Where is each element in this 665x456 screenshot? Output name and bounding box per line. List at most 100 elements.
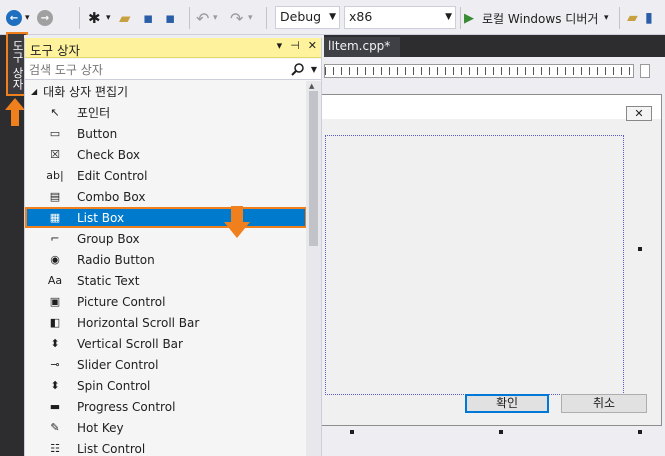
document-tab-label: lItem.cpp* xyxy=(328,39,391,53)
toolbox-item[interactable]: ⬍ Vertical Scroll Bar xyxy=(25,333,307,354)
toolbox-item-label: Progress Control xyxy=(77,399,176,414)
resize-handle[interactable] xyxy=(350,430,354,434)
toolbox-item[interactable]: ▦ List Box xyxy=(25,207,307,228)
resize-handle[interactable] xyxy=(638,247,642,251)
checkbox-icon: ☒ xyxy=(50,148,60,161)
dialog-guide xyxy=(325,135,624,395)
new-project-icon[interactable]: ✱ xyxy=(88,8,101,28)
cancel-button[interactable]: 취소 xyxy=(561,394,647,413)
toolbox-item[interactable]: ▣ Picture Control xyxy=(25,291,307,312)
redo-dropdown-icon[interactable]: ▾ xyxy=(248,8,253,28)
toolbox-item-label: Hot Key xyxy=(77,420,124,435)
toolbox-item-label: Group Box xyxy=(77,231,140,246)
undo-dropdown-icon[interactable]: ▾ xyxy=(213,8,218,28)
highlight-arrow-up-icon xyxy=(5,98,25,126)
edit-control-icon: ab| xyxy=(46,169,64,182)
toolbox-item[interactable]: ▭ Button xyxy=(25,123,307,144)
back-icon[interactable]: ← xyxy=(6,8,22,28)
toolbox-item-label: Horizontal Scroll Bar xyxy=(77,315,200,330)
search-dropdown-icon[interactable]: ▼ xyxy=(311,65,317,74)
toolbox-item[interactable]: ⊸ Slider Control xyxy=(25,354,307,375)
scrollbar-thumb[interactable] xyxy=(309,91,318,246)
toolbox-item-label: List Control xyxy=(77,441,146,456)
toolbox-header: 도구 상자 ▾ ⊣ ✕ xyxy=(25,38,321,58)
toolbox-item-label: Picture Control xyxy=(77,294,166,309)
scroll-up-icon[interactable]: ▲ xyxy=(309,82,314,90)
search-input[interactable] xyxy=(29,61,279,78)
list-box-icon: ▦ xyxy=(49,211,61,224)
toolbox-item-label: Edit Control xyxy=(77,168,148,183)
chevron-down-icon: ▼ xyxy=(445,12,452,22)
close-icon[interactable]: ✕ xyxy=(308,39,317,52)
document-tab-bar: lItem.cpp* xyxy=(324,35,665,57)
toolbox-item[interactable]: ab| Edit Control xyxy=(25,165,307,186)
run-dropdown-icon[interactable]: ▾ xyxy=(604,8,609,28)
toolbox-scrollbar[interactable]: ▲ xyxy=(306,81,321,456)
toolbox-item[interactable]: ⬍ Spin Control xyxy=(25,375,307,396)
toolbox-category[interactable]: ◢ 대화 상자 편집기 xyxy=(25,81,307,102)
platform-value: x86 xyxy=(349,9,373,24)
toolbar-icon[interactable]: ▮ xyxy=(645,8,653,28)
start-debug-label: 로컬 Windows 디버거 xyxy=(482,11,599,26)
toolbox-search: ▼ xyxy=(25,59,321,80)
button-icon: ▭ xyxy=(49,127,61,140)
resize-handle[interactable] xyxy=(499,430,503,434)
list-control-icon: ☷ xyxy=(50,442,60,455)
forward-icon[interactable]: → xyxy=(37,8,53,28)
toolbox-item[interactable]: Aa Static Text xyxy=(25,270,307,291)
toolbox-item[interactable]: ◉ Radio Button xyxy=(25,249,307,270)
back-dropdown-icon[interactable]: ▾ xyxy=(25,8,30,28)
open-folder-icon[interactable]: ▰ xyxy=(119,8,131,28)
window-menu-icon[interactable]: ▾ xyxy=(277,39,283,52)
slider-icon: ⊸ xyxy=(50,358,60,371)
search-icon[interactable] xyxy=(291,62,305,76)
toolbox-item[interactable]: ✎ Hot Key xyxy=(25,417,307,438)
toolbox-item-label: Slider Control xyxy=(77,357,159,372)
toolbox-item-label: Vertical Scroll Bar xyxy=(77,336,183,351)
toolbox-item[interactable]: ☒ Check Box xyxy=(25,144,307,165)
progress-icon: ▬ xyxy=(49,400,61,413)
ok-button[interactable]: 확인 xyxy=(465,394,549,413)
folder-icon[interactable]: ▰ xyxy=(627,8,638,28)
toolbox-item-label: Radio Button xyxy=(77,252,155,267)
toolbox-item-label: Combo Box xyxy=(77,189,146,204)
horizontal-ruler xyxy=(324,64,634,78)
toolbox-item-label: Spin Control xyxy=(77,378,151,393)
document-tab[interactable]: lItem.cpp* xyxy=(324,37,401,57)
picture-control-icon: ▣ xyxy=(49,295,61,308)
start-debug-icon[interactable]: ▶ xyxy=(464,8,474,28)
dialog-preview[interactable]: ✕ 확인 취소 xyxy=(314,94,662,426)
toolbox-item-label: Check Box xyxy=(77,147,141,162)
resize-handle[interactable] xyxy=(638,430,642,434)
pin-icon[interactable]: ⊣ xyxy=(290,39,300,52)
start-debug-button[interactable]: 로컬 Windows 디버거 xyxy=(482,8,598,28)
platform-select[interactable]: x86 ▼ xyxy=(344,6,456,29)
close-icon[interactable]: ✕ xyxy=(626,106,652,121)
new-dropdown-icon[interactable]: ▾ xyxy=(106,8,111,28)
vscroll-icon: ⬍ xyxy=(50,337,60,350)
redo-icon[interactable]: ↷ xyxy=(230,8,243,28)
toolbox-item-label: Static Text xyxy=(77,273,140,288)
toolbox-item[interactable]: ⌐ Group Box xyxy=(25,228,307,249)
group-box-icon: ⌐ xyxy=(50,232,60,245)
toolbox-item[interactable]: ☷ List Control xyxy=(25,438,307,456)
dialog-title-bar: ✕ xyxy=(315,95,661,121)
toolbox-item[interactable]: ↖ 포인터 xyxy=(25,102,307,123)
config-select[interactable]: Debug ▼ xyxy=(275,6,340,29)
config-value: Debug xyxy=(280,9,322,24)
toolbox-item[interactable]: ▬ Progress Control xyxy=(25,396,307,417)
radio-button-icon: ◉ xyxy=(50,253,60,266)
category-label: 대화 상자 편집기 xyxy=(43,85,129,99)
save-all-icon[interactable]: ▪ xyxy=(165,8,175,28)
toolbox-item-label: Button xyxy=(77,126,118,141)
ruler-end xyxy=(640,64,650,78)
save-icon[interactable]: ▪ xyxy=(143,8,153,28)
collapse-icon[interactable]: ◢ xyxy=(31,87,37,96)
toolbox-title: 도구 상자 xyxy=(30,43,80,58)
undo-icon[interactable]: ↶ xyxy=(196,8,209,28)
toolbox-item[interactable]: ▤ Combo Box xyxy=(25,186,307,207)
toolbox-item[interactable]: ◧ Horizontal Scroll Bar xyxy=(25,312,307,333)
hscroll-icon: ◧ xyxy=(49,316,61,329)
toolbox-item-label: List Box xyxy=(77,210,125,225)
combo-box-icon: ▤ xyxy=(49,190,61,203)
